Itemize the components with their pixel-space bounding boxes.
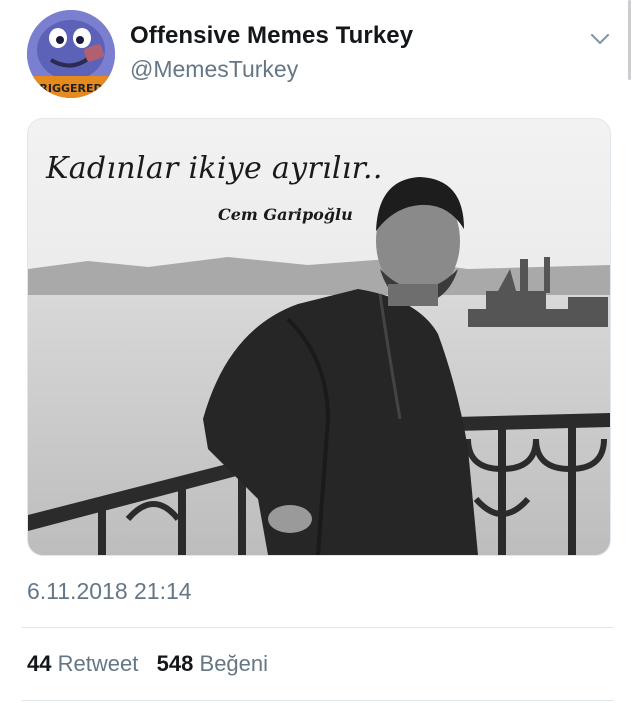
tweet-media[interactable]: Kadınlar ikiye ayrılır.. Cem Garipoğlu (27, 118, 611, 556)
handle[interactable]: @MemesTurkey (130, 56, 298, 83)
divider (22, 627, 614, 628)
avatar-badge-text: RIGGERED (39, 82, 102, 95)
divider (22, 700, 614, 701)
likes-stat[interactable]: 548 Beğeni (157, 651, 268, 676)
chevron-down-icon[interactable] (589, 28, 611, 50)
tweet: RIGGERED Offensive Memes Turkey @MemesTu… (0, 0, 635, 703)
display-name[interactable]: Offensive Memes Turkey (130, 22, 413, 50)
likes-count: 548 (156, 651, 194, 676)
scrollbar[interactable] (628, 0, 631, 80)
likes-label: Beğeni (199, 651, 269, 676)
media-author-text: Cem Garipoğlu (218, 205, 353, 224)
retweets-count: 44 (27, 651, 52, 676)
retweets-label: Retweet (57, 651, 139, 676)
tweet-timestamp[interactable]: 6.11.2018 21:14 (27, 578, 192, 605)
media-quote-text: Kadınlar ikiye ayrılır.. (46, 151, 383, 186)
avatar-image: RIGGERED (27, 10, 115, 98)
tweet-stats: 44 Retweet 548 Beğeni (27, 651, 268, 677)
avatar[interactable]: RIGGERED (27, 10, 115, 98)
retweets-stat[interactable]: 44 Retweet (27, 651, 138, 676)
